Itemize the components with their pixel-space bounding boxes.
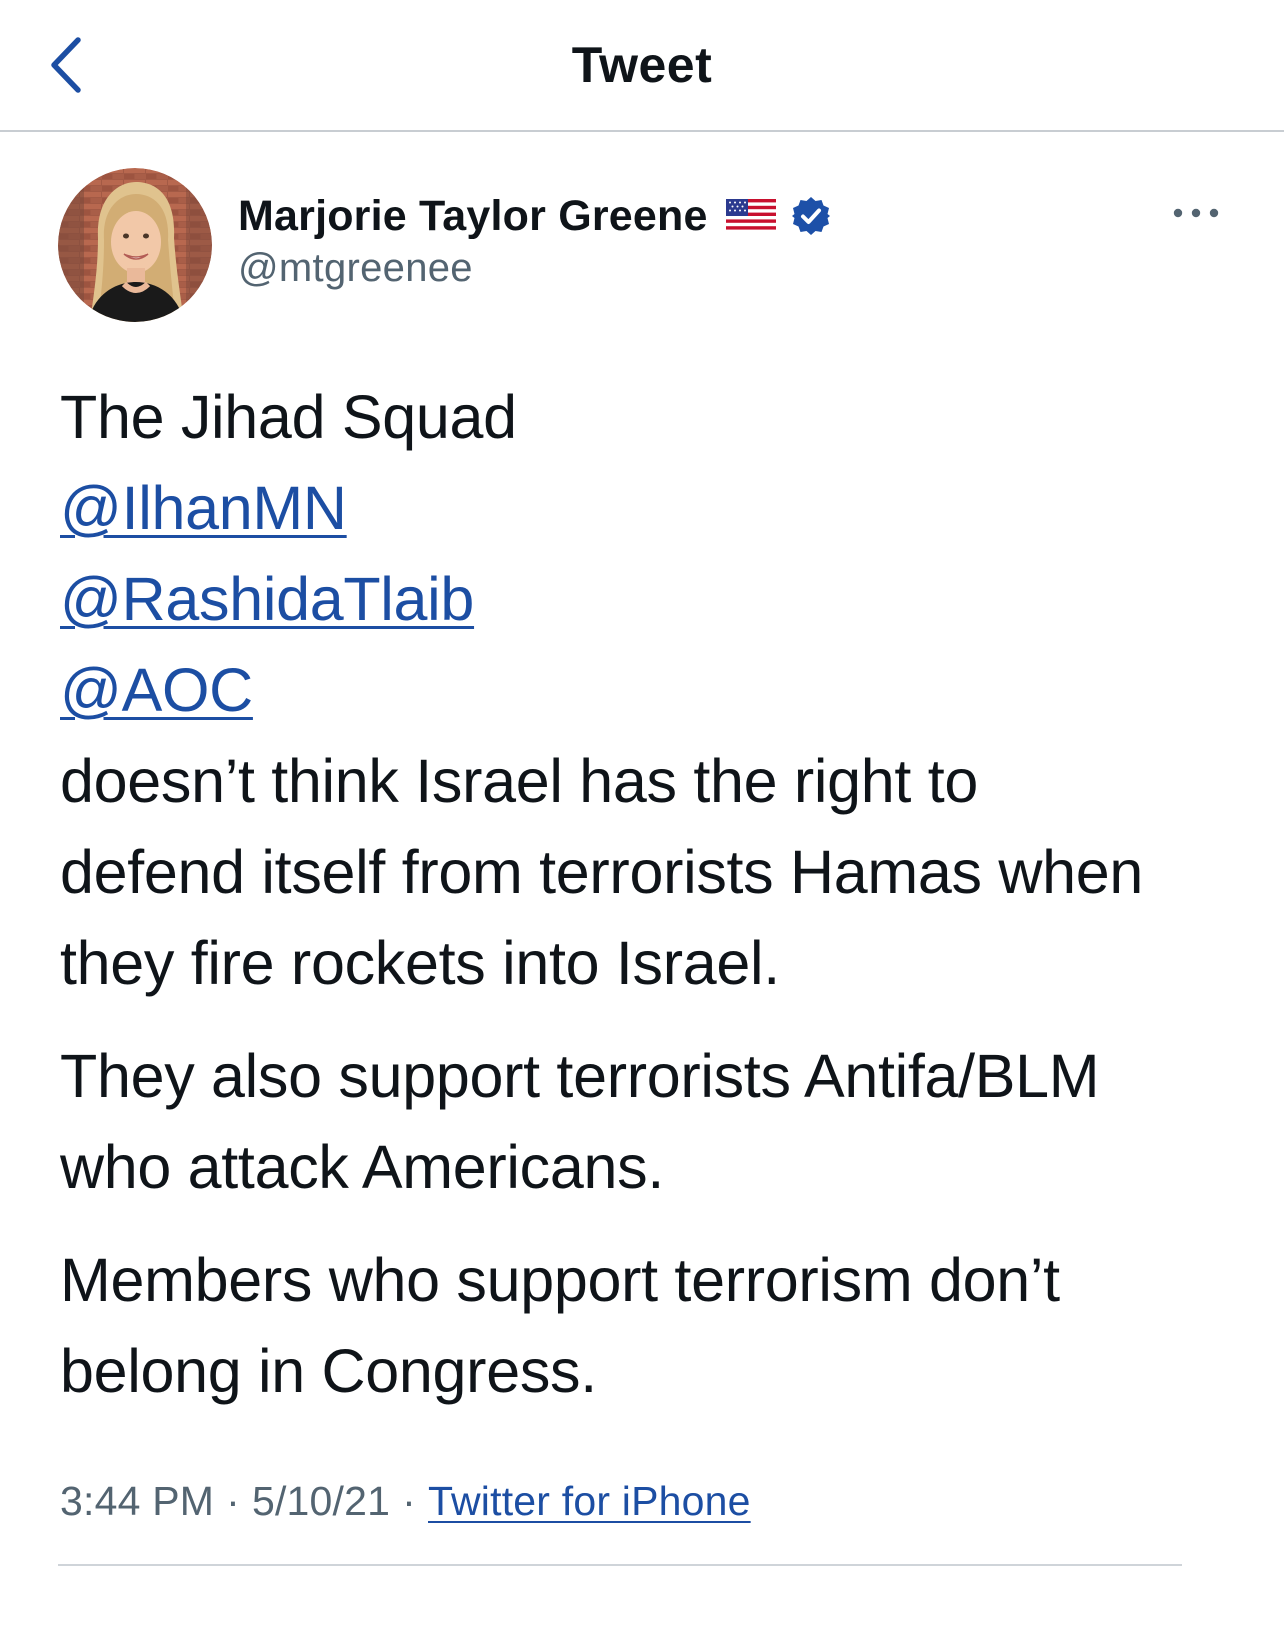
tweet-text-line: They also support terrorists Antifa/BLM <box>60 1042 1100 1110</box>
tweet-text-line: Members who support terrorism don’t <box>60 1246 1060 1314</box>
page-title: Tweet <box>571 37 713 93</box>
author-name-block: Marjorie Taylor Greene @mtgreenee <box>238 190 832 291</box>
tweet-text-line: belong in Congress. <box>60 1337 597 1405</box>
display-name[interactable]: Marjorie Taylor Greene <box>238 192 708 241</box>
tweet-source-link[interactable]: Twitter for iPhone <box>428 1478 751 1524</box>
tweet-text-line: they fire rockets into Israel. <box>60 929 780 997</box>
us-flag-icon <box>725 199 776 233</box>
mention-link-rashidatlaib[interactable]: @RashidaTlaib <box>60 565 474 633</box>
tweet-text-line: The Jihad Squad <box>60 383 517 451</box>
avatar[interactable] <box>58 168 212 322</box>
mention-link-aoc[interactable]: @AOC <box>60 656 253 724</box>
name-row: Marjorie Taylor Greene <box>238 190 832 242</box>
tweet-mention-line: @RashidaTlaib <box>60 554 1210 645</box>
tweet-text-line: defend itself from terrorists Hamas when <box>60 838 1144 906</box>
tweet-author-row: Marjorie Taylor Greene @mtgreenee <box>58 168 1228 324</box>
author-handle[interactable]: @mtgreenee <box>238 246 832 291</box>
more-dots-icon <box>1173 208 1219 218</box>
meta-separator: · <box>226 1478 240 1524</box>
tweet-metadata: 3:44 PM · 5/10/21 · Twitter for iPhone <box>60 1478 751 1525</box>
tweet-body: The Jihad Squad @IlhanMN @RashidaTlaib @… <box>60 372 1210 1417</box>
tweet-time: 3:44 PM <box>60 1478 215 1524</box>
tweet-mention-line: @IlhanMN <box>60 463 1210 554</box>
divider <box>58 1564 1182 1566</box>
tweet-text-line: doesn’t think Israel has the right to <box>60 747 978 815</box>
tweet-date: 5/10/21 <box>251 1478 391 1524</box>
meta-separator: · <box>402 1478 417 1524</box>
more-options-button[interactable] <box>1168 198 1228 228</box>
tweet-mention-line: @AOC <box>60 645 1210 736</box>
tweet-text-line: who attack Americans. <box>60 1133 664 1201</box>
mention-link-ilhanmn[interactable]: @IlhanMN <box>60 474 347 542</box>
avatar-image <box>58 168 212 322</box>
verified-badge-icon <box>790 195 832 237</box>
top-nav-bar: Tweet <box>0 0 1284 132</box>
